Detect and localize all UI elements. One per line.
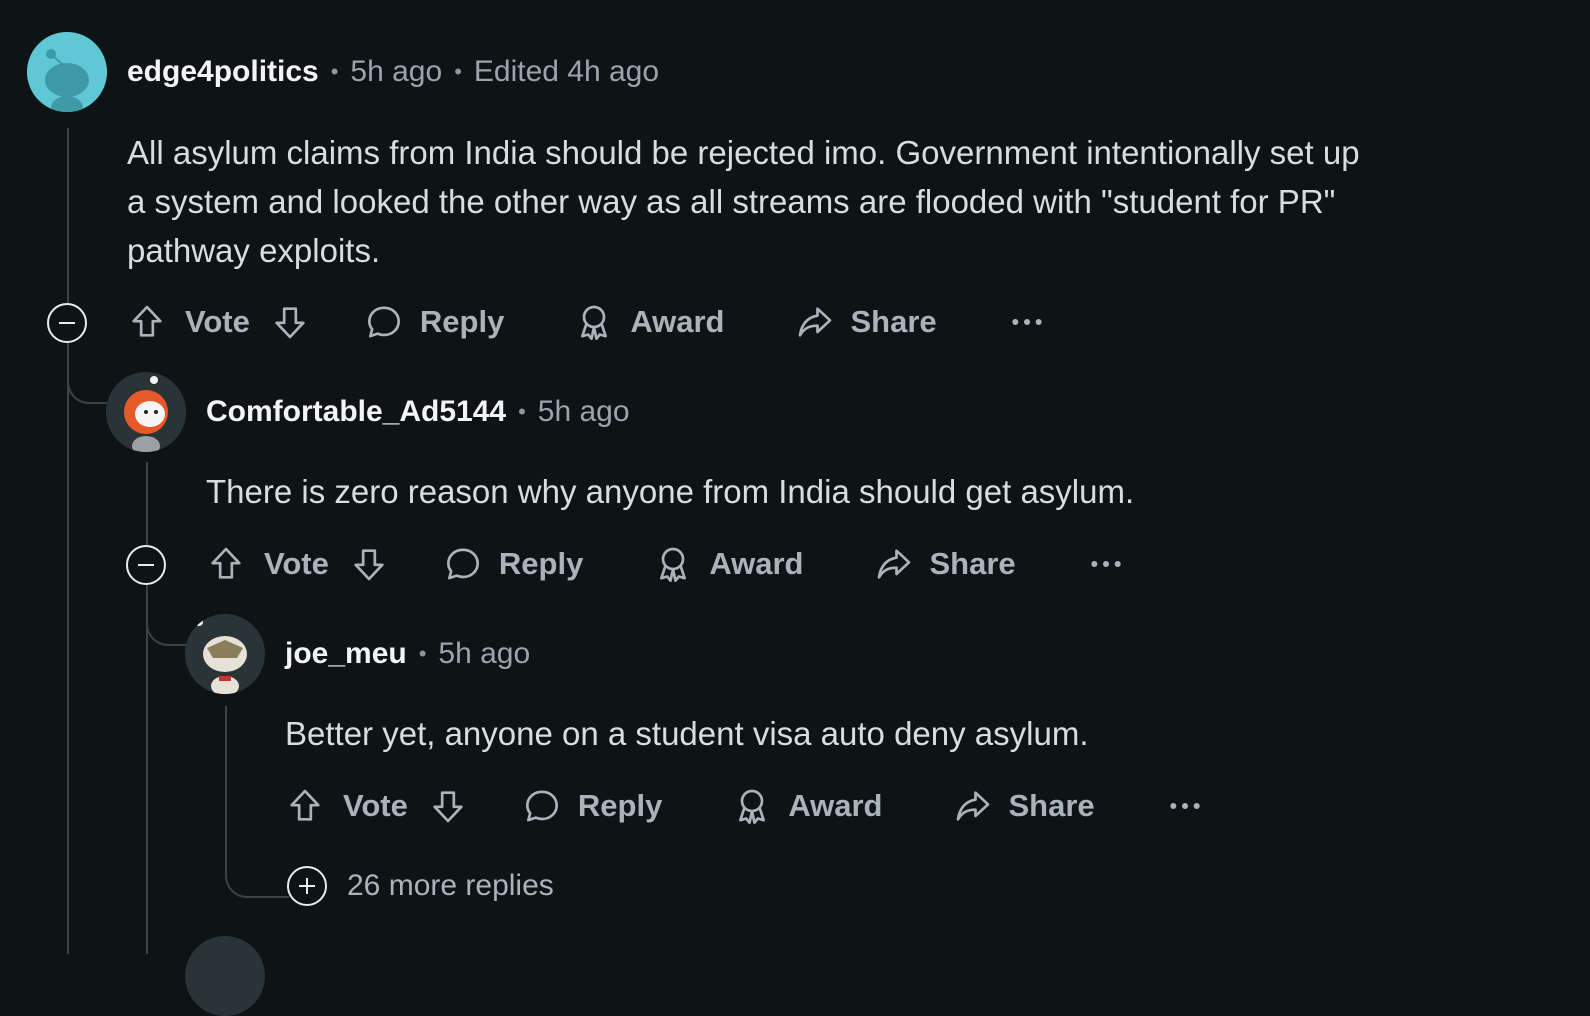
- downvote-icon: [275, 307, 305, 339]
- award-button[interactable]: Award: [653, 544, 804, 584]
- award-button[interactable]: Award: [574, 302, 725, 342]
- expand-icon: [287, 866, 327, 906]
- edited-label: Edited 4h ago: [473, 55, 660, 88]
- reply-button[interactable]: Reply: [522, 786, 662, 826]
- collapse-icon[interactable]: [126, 545, 166, 585]
- award-label: Award: [709, 546, 804, 581]
- downvote-icon: [433, 791, 463, 823]
- timestamp[interactable]: 5h ago: [538, 395, 630, 429]
- downvote-icon: [354, 549, 384, 581]
- share-label: Share: [1008, 788, 1095, 823]
- vote-label: Vote: [264, 546, 329, 581]
- more-replies-button[interactable]: 26 more replies: [287, 866, 554, 906]
- thread-elbow-comment-2: [67, 342, 109, 404]
- snoo-avatar-icon: [185, 614, 265, 694]
- username[interactable]: joe_meu: [285, 637, 407, 671]
- separator-dot: •: [418, 641, 427, 666]
- upvote-button[interactable]: [127, 302, 167, 342]
- award-icon: [739, 789, 766, 824]
- award-icon: [581, 305, 608, 340]
- more-replies-label: 26 more replies: [347, 869, 554, 902]
- reply-icon: [525, 790, 558, 822]
- downvote-button[interactable]: [349, 544, 389, 584]
- upvote-icon: [290, 789, 320, 821]
- avatar[interactable]: [27, 32, 107, 112]
- timestamp[interactable]: 5h ago: [350, 55, 442, 89]
- vote-label: Vote: [185, 304, 250, 339]
- collapse-icon[interactable]: [47, 303, 87, 343]
- award-button[interactable]: Award: [732, 786, 883, 826]
- award-label: Award: [630, 304, 725, 339]
- upvote-button[interactable]: [285, 786, 325, 826]
- reply-label: Reply: [419, 304, 505, 339]
- upvote-button[interactable]: [206, 544, 246, 584]
- comment-meta: Comfortable_Ad5144 • 5h ago: [206, 392, 630, 432]
- separator-dot: •: [518, 399, 526, 424]
- comment-actions: Vote Reply Award Share: [285, 782, 1205, 830]
- comment-body: There is zero reason why anyone from Ind…: [206, 473, 1135, 510]
- avatar[interactable]: [185, 614, 265, 694]
- separator-dot: •: [330, 59, 339, 84]
- upvote-icon: [211, 547, 241, 579]
- avatar[interactable]: [106, 372, 186, 452]
- comment-actions: Vote Reply Award Share: [206, 540, 1126, 588]
- vote-label: Vote: [343, 788, 408, 823]
- comment-actions: Vote Reply Award Share: [127, 298, 1047, 346]
- award-icon: [660, 547, 687, 582]
- share-icon: [956, 791, 989, 821]
- thread-line-level-1-continued: [67, 342, 69, 954]
- more-options-button[interactable]: [1007, 302, 1047, 342]
- thread-elbow-comment-3: [146, 584, 188, 646]
- more-options-button[interactable]: [1165, 786, 1205, 826]
- comment-body: Better yet, anyone on a student visa aut…: [285, 715, 1089, 752]
- reply-label: Reply: [498, 546, 584, 581]
- timestamp[interactable]: 5h ago: [438, 637, 530, 671]
- award-label: Award: [788, 788, 883, 823]
- separator-dot: •: [454, 59, 462, 84]
- comment-body: All asylum claims from India should be r…: [127, 134, 1360, 269]
- share-button[interactable]: Share: [795, 302, 937, 342]
- comment-meta: edge4politics • 5h ago • Edited 4h ago: [127, 52, 659, 92]
- share-button[interactable]: Share: [953, 786, 1095, 826]
- username[interactable]: edge4politics: [127, 55, 319, 89]
- snoo-avatar-icon: [106, 372, 186, 452]
- reply-button[interactable]: Reply: [364, 302, 504, 342]
- thread-line-level-2: [146, 462, 148, 546]
- thread-elbow-more-replies: [225, 706, 289, 898]
- thread-line-level-1: [67, 128, 69, 304]
- more-options-icon: [1170, 803, 1200, 809]
- comment-meta: joe_meu • 5h ago: [285, 634, 530, 674]
- downvote-button[interactable]: [428, 786, 468, 826]
- share-label: Share: [850, 304, 937, 339]
- share-icon: [798, 307, 831, 337]
- more-options-icon: [1091, 561, 1121, 567]
- thread-line-level-2-continued: [146, 584, 148, 954]
- avatar[interactable]: [185, 936, 265, 1016]
- upvote-icon: [132, 305, 162, 337]
- share-label: Share: [929, 546, 1016, 581]
- more-options-icon: [1012, 319, 1042, 325]
- share-button[interactable]: Share: [874, 544, 1016, 584]
- reply-icon: [446, 548, 479, 580]
- reply-button[interactable]: Reply: [443, 544, 583, 584]
- more-options-button[interactable]: [1086, 544, 1126, 584]
- thread-line-level-1-bottom: [67, 930, 69, 954]
- snoo-avatar-icon: [27, 32, 107, 112]
- reply-icon: [367, 306, 400, 338]
- reply-label: Reply: [577, 788, 663, 823]
- share-icon: [877, 549, 910, 579]
- downvote-button[interactable]: [270, 302, 310, 342]
- username[interactable]: Comfortable_Ad5144: [206, 395, 506, 429]
